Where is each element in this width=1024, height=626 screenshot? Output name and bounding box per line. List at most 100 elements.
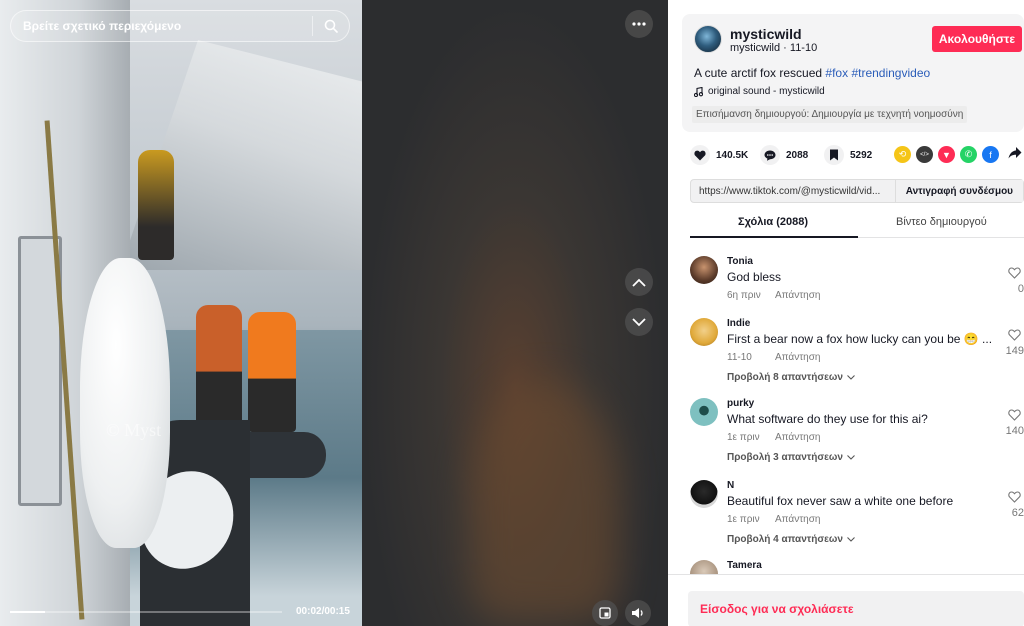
commenter-username[interactable]: Tamera <box>727 560 762 571</box>
tabs: Σχόλια (2088) Βίντεο δημιουργού <box>690 212 1024 238</box>
author-username[interactable]: mysticwild <box>730 26 802 42</box>
facebook-icon[interactable]: f <box>982 146 999 163</box>
save-action[interactable]: 5292 <box>824 145 872 165</box>
video-watermark: © Myst <box>106 420 162 440</box>
commenter-username[interactable]: purky <box>727 398 754 409</box>
login-to-comment-button[interactable]: Είσοδος για να σχολιάσετε <box>688 591 1024 626</box>
comment-like-count: 149 <box>1005 345 1024 357</box>
volume-button[interactable] <box>625 600 651 626</box>
tab-comments[interactable]: Σχόλια (2088) <box>738 216 808 228</box>
previous-video-button[interactable] <box>625 268 653 296</box>
copy-link-button[interactable]: Αντιγραφή συνδέσμου <box>894 180 1023 202</box>
chevron-down-icon <box>847 375 855 380</box>
commenter-username[interactable]: N <box>727 480 734 491</box>
comment-action[interactable]: 2088 <box>760 145 808 165</box>
video-link[interactable]: https://www.tiktok.com/@mysticwild/vid..… <box>691 186 895 197</box>
embed-icon[interactable]: </> <box>916 146 933 163</box>
more-options-button[interactable] <box>625 10 653 38</box>
video-time: 00:02/00:15 <box>296 606 350 617</box>
video-area: © Myst Βρείτε σχετικό περιεχόμενο 00:02/… <box>0 0 668 626</box>
share-more-button[interactable] <box>1008 146 1022 165</box>
reply-button[interactable]: Απάντηση <box>775 290 820 301</box>
video-scene-person <box>196 305 242 425</box>
comment-icon <box>760 145 780 165</box>
commenter-avatar[interactable] <box>690 256 718 284</box>
hashtag-fox[interactable]: #fox <box>825 66 848 80</box>
heart-icon <box>690 145 710 165</box>
comment-like-button[interactable] <box>1004 328 1024 346</box>
comment-time: 1ε πριν <box>727 432 760 443</box>
active-tab-indicator <box>690 236 858 238</box>
commenter-avatar[interactable] <box>690 318 718 346</box>
heart-outline-icon <box>1007 491 1021 503</box>
comment-like-count: 0 <box>1017 283 1024 295</box>
view-replies-button[interactable]: Προβολή 3 απαντήσεων <box>727 452 855 463</box>
send-icon[interactable]: ▼ <box>938 146 955 163</box>
view-replies-label: Προβολή 3 απαντήσεων <box>727 452 843 463</box>
heart-outline-icon <box>1007 409 1021 421</box>
comment-time: 11-10 <box>727 352 752 363</box>
hashtag-trendingvideo[interactable]: #trendingvideo <box>851 66 930 80</box>
follow-button[interactable]: Ακολουθήστε <box>932 26 1022 52</box>
chevron-down-icon <box>847 537 855 542</box>
chevron-down-icon <box>847 455 855 460</box>
like-action[interactable]: 140.5K <box>690 145 748 165</box>
commenter-username[interactable]: Indie <box>727 318 750 329</box>
like-count: 140.5K <box>716 149 749 161</box>
video-description: A cute arctif fox rescued #fox #trending… <box>694 66 930 80</box>
commenter-username[interactable]: Tonia <box>727 256 753 267</box>
chevron-down-icon <box>632 317 646 326</box>
search-icon <box>324 19 338 33</box>
view-replies-label: Προβολή 4 απαντήσεων <box>727 534 843 545</box>
reply-button[interactable]: Απάντηση <box>775 352 820 363</box>
search-bar <box>10 10 350 42</box>
comment-like-button[interactable] <box>1004 408 1024 426</box>
bookmark-icon <box>824 145 844 165</box>
view-replies-button[interactable]: Προβολή 4 απαντήσεων <box>727 534 855 545</box>
comment-like-count: 62 <box>1011 507 1024 519</box>
sound-link[interactable]: original sound - mysticwild <box>694 86 825 97</box>
video-progress-fill <box>10 611 46 613</box>
comment-text: God bless <box>727 270 782 284</box>
comment-count: 2088 <box>786 149 809 161</box>
miniplayer-button[interactable] <box>592 600 618 626</box>
whatsapp-icon[interactable]: ✆ <box>960 146 977 163</box>
comment-like-button[interactable] <box>1004 266 1024 284</box>
video-frame[interactable]: © Myst <box>0 0 362 626</box>
commenter-avatar[interactable] <box>690 480 718 508</box>
author-avatar[interactable] <box>694 25 722 53</box>
description-text: A cute arctif fox rescued <box>694 66 826 80</box>
app-root: © Myst Βρείτε σχετικό περιεχόμενο 00:02/… <box>0 0 1024 626</box>
search-input[interactable] <box>23 19 312 33</box>
sound-label: original sound - mysticwild <box>708 86 825 97</box>
comment-like-button[interactable] <box>1004 490 1024 508</box>
video-blurred-shape <box>470 380 620 620</box>
comment-time: 1ε πριν <box>727 514 760 525</box>
view-replies-label: Προβολή 8 απαντήσεων <box>727 372 843 383</box>
author-handle-date: mysticwild · 11-10 <box>730 42 818 54</box>
video-scene-person <box>248 312 296 432</box>
miniplayer-icon <box>599 607 611 619</box>
tab-creator-videos[interactable]: Βίντεο δημιουργού <box>896 216 987 228</box>
comment-text: What software do they use for this ai? <box>727 412 928 426</box>
repost-icon[interactable]: ⟲ <box>894 146 911 163</box>
search-button[interactable] <box>313 11 349 41</box>
action-bar: 140.5K 2088 5292 ⟲ </> ▼ ✆ f <box>690 145 1024 165</box>
reply-button[interactable]: Απάντηση <box>775 432 820 443</box>
video-progress-bar[interactable] <box>10 611 282 613</box>
reply-button[interactable]: Απάντηση <box>775 514 820 525</box>
share-arrow-icon <box>1008 147 1022 159</box>
save-count: 5292 <box>850 149 873 161</box>
next-video-button[interactable] <box>625 308 653 336</box>
video-scene-fox <box>80 258 170 548</box>
video-info-card: mysticwild mysticwild · 11-10 Ακολουθήστ… <box>682 14 1024 132</box>
view-replies-button[interactable]: Προβολή 8 απαντήσεων <box>727 372 855 383</box>
comment-text: First a bear now a fox how lucky can you… <box>727 332 993 346</box>
comment-time: 6η πριν <box>727 290 761 301</box>
commenter-avatar[interactable] <box>690 398 718 426</box>
ellipsis-icon <box>632 22 646 26</box>
music-note-icon <box>694 86 703 97</box>
comment-like-count: 140 <box>1005 425 1024 437</box>
speaker-icon <box>632 608 643 618</box>
video-scene-person <box>138 150 174 260</box>
